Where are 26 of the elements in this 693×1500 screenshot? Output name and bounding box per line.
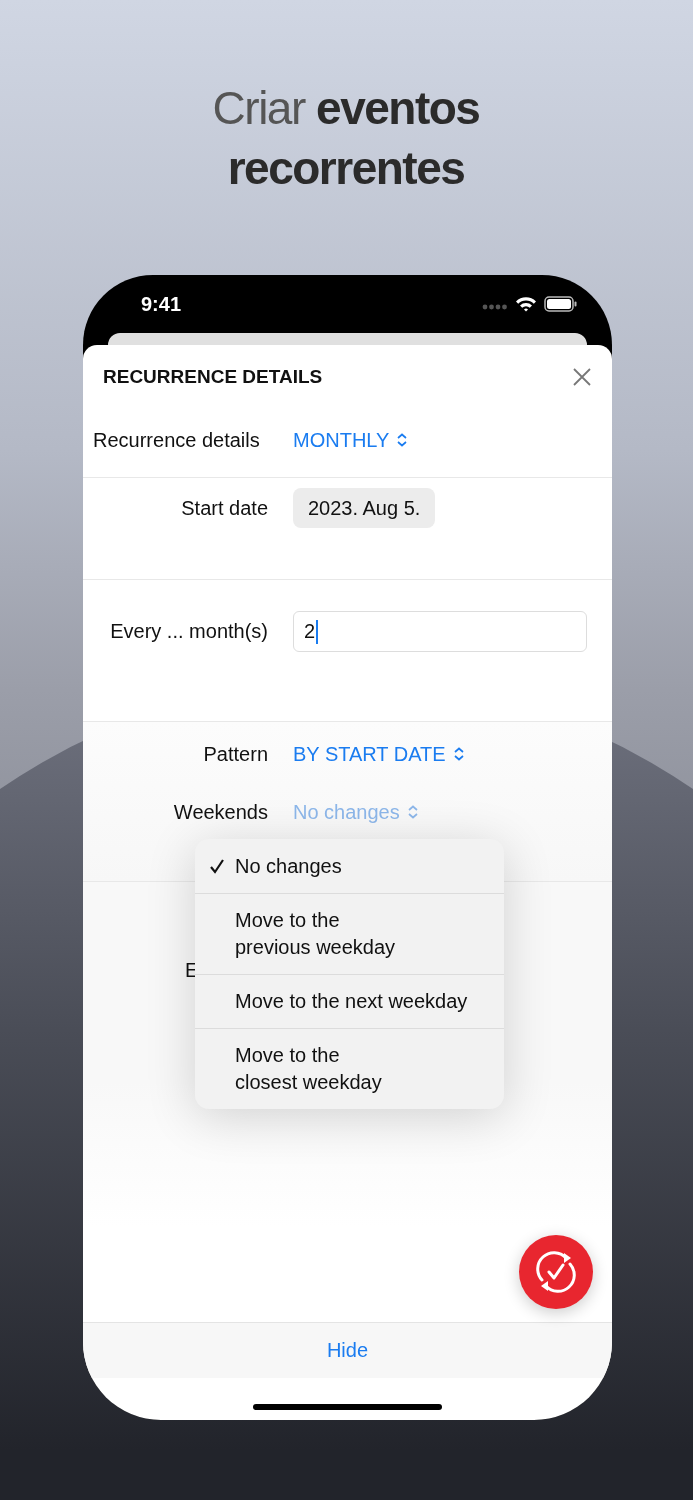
menu-item[interactable]: No changes (195, 839, 504, 893)
menu-item[interactable]: Move to the closest weekday (195, 1028, 504, 1109)
frequency-picker[interactable]: MONTHLY (293, 428, 409, 452)
field-label: Weekends (172, 800, 268, 824)
headline: Criar eventos recorrentes (211, 81, 481, 196)
menu-item[interactable]: Move to the next weekday (195, 974, 504, 1028)
signal-icon (482, 304, 508, 310)
pattern-picker[interactable]: BY START DATE (293, 742, 465, 766)
hide-button[interactable]: Hide (322, 1337, 373, 1364)
chevron-updown-icon (406, 805, 419, 819)
close-icon[interactable] (572, 367, 592, 387)
field-label: Every ... month(s) (109, 620, 268, 643)
chevron-updown-icon (452, 747, 465, 761)
field-label: Pattern (202, 742, 268, 766)
sync-check-icon (533, 1249, 579, 1295)
input-field[interactable]: 2 (293, 611, 587, 652)
field-label: Start date (180, 496, 268, 520)
sheet-title: RECURRENCE DETAILS (103, 366, 323, 388)
status-time: 9:41 (141, 292, 182, 316)
chevron-updown-icon (396, 433, 409, 447)
wifi-icon (515, 296, 537, 312)
menu-item[interactable]: Move to the previous weekday (195, 893, 504, 974)
battery-icon (544, 296, 578, 312)
date-button[interactable]: 2023. Aug 5. (293, 488, 436, 528)
field-label: Recurrence details (92, 428, 261, 452)
checkmark-icon (209, 858, 225, 874)
